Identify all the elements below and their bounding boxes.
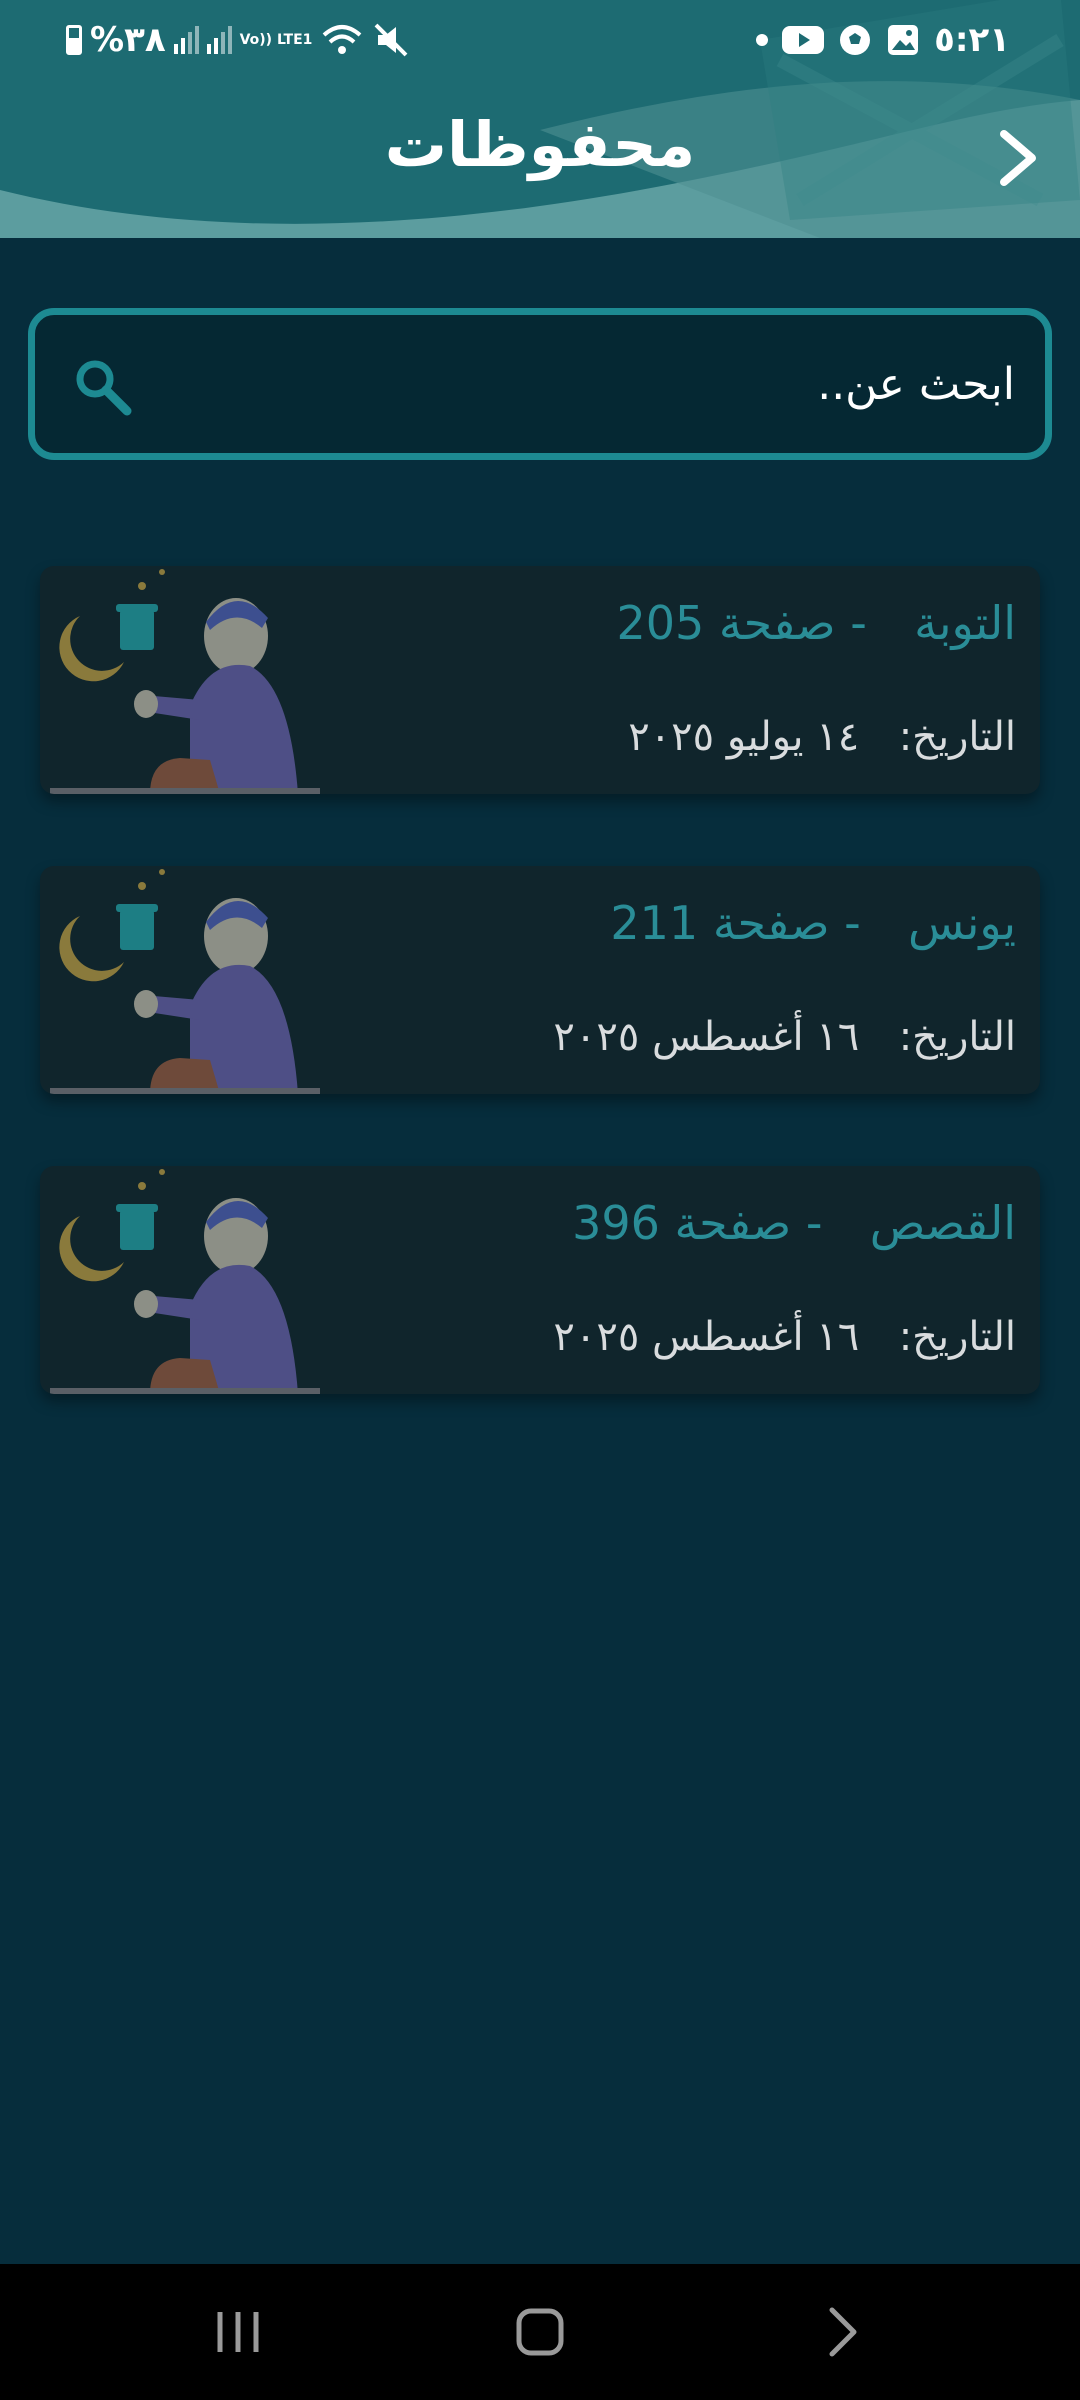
app-header: %٣٨ Vo)) LTE1 ٥:٢١ محفوظات [0, 0, 1080, 238]
card-title: التوبة - صفحة 205 [616, 596, 1016, 650]
date-label: التاريخ: [898, 1014, 1016, 1060]
page-label: صفحة [674, 1196, 792, 1250]
back-icon[interactable] [812, 2302, 872, 2362]
volte-indicator: Vo)) LTE1 [239, 32, 313, 48]
page-number: 396 [572, 1196, 660, 1250]
title-separator: - [844, 896, 861, 950]
page-title: محفوظات [384, 108, 696, 181]
praying-man-illustration [50, 1169, 320, 1394]
title-separator: - [850, 596, 867, 650]
battery-icon [66, 25, 82, 55]
card-date: التاريخ: ١٤ يوليو ٢٠٢٥ [628, 714, 1016, 760]
title-separator: - [805, 1196, 823, 1250]
bookmark-card[interactable]: يونس - صفحة 211 التاريخ: ١٦ أغسطس ٢٠٢٥ [40, 866, 1040, 1094]
card-title: القصص - صفحة 396 [572, 1196, 1016, 1250]
page-number: 205 [616, 596, 705, 650]
mute-icon [375, 23, 408, 57]
card-date: التاريخ: ١٦ أغسطس ٢٠٢٥ [553, 1014, 1016, 1060]
clock: ٥:٢١ [934, 20, 1010, 60]
search-input[interactable] [155, 343, 1015, 425]
wifi-icon [323, 25, 362, 54]
signal-icon [173, 26, 199, 54]
date-value: ١٦ أغسطس ٢٠٢٥ [553, 1014, 860, 1060]
home-icon[interactable] [510, 2302, 570, 2362]
surah-name: يونس [907, 896, 1016, 950]
praying-man-illustration [50, 569, 320, 794]
date-value: ١٤ يوليو ٢٠٢٥ [628, 714, 860, 760]
page-label: صفحة [718, 596, 836, 650]
surah-name: القصص [869, 1196, 1016, 1250]
dot-icon [756, 34, 769, 46]
gallery-icon [888, 25, 919, 55]
youtube-icon [782, 26, 825, 54]
signal-icon-2 [206, 26, 232, 54]
date-label: التاريخ: [898, 1314, 1016, 1360]
status-bar: %٣٨ Vo)) LTE1 ٥:٢١ [0, 0, 1080, 80]
status-right-group: ٥:٢١ [756, 16, 1010, 64]
card-title: يونس - صفحة 211 [610, 896, 1016, 950]
status-left-group: %٣٨ Vo)) LTE1 [66, 16, 410, 64]
page-number: 211 [610, 896, 699, 950]
system-navigation-bar [0, 2264, 1080, 2400]
surah-name: التوبة [914, 596, 1016, 650]
bookmark-card[interactable]: القصص - صفحة 396 التاريخ: ١٦ أغسطس ٢٠٢٥ [40, 1166, 1040, 1394]
search-box[interactable] [28, 308, 1052, 460]
back-chevron-icon[interactable] [990, 126, 1048, 190]
card-date: التاريخ: ١٦ أغسطس ٢٠٢٥ [553, 1314, 1016, 1360]
date-label: التاريخ: [898, 714, 1016, 760]
battery-percentage: %٣٨ [90, 20, 166, 60]
date-value: ١٦ أغسطس ٢٠٢٥ [553, 1314, 860, 1360]
page-label: صفحة [712, 896, 830, 950]
praying-man-illustration [50, 869, 320, 1094]
football-icon [840, 25, 871, 55]
recents-icon[interactable] [208, 2302, 268, 2362]
bookmark-card[interactable]: التوبة - صفحة 205 التاريخ: ١٤ يوليو ٢٠٢٥ [40, 566, 1040, 794]
search-icon[interactable] [73, 357, 133, 417]
